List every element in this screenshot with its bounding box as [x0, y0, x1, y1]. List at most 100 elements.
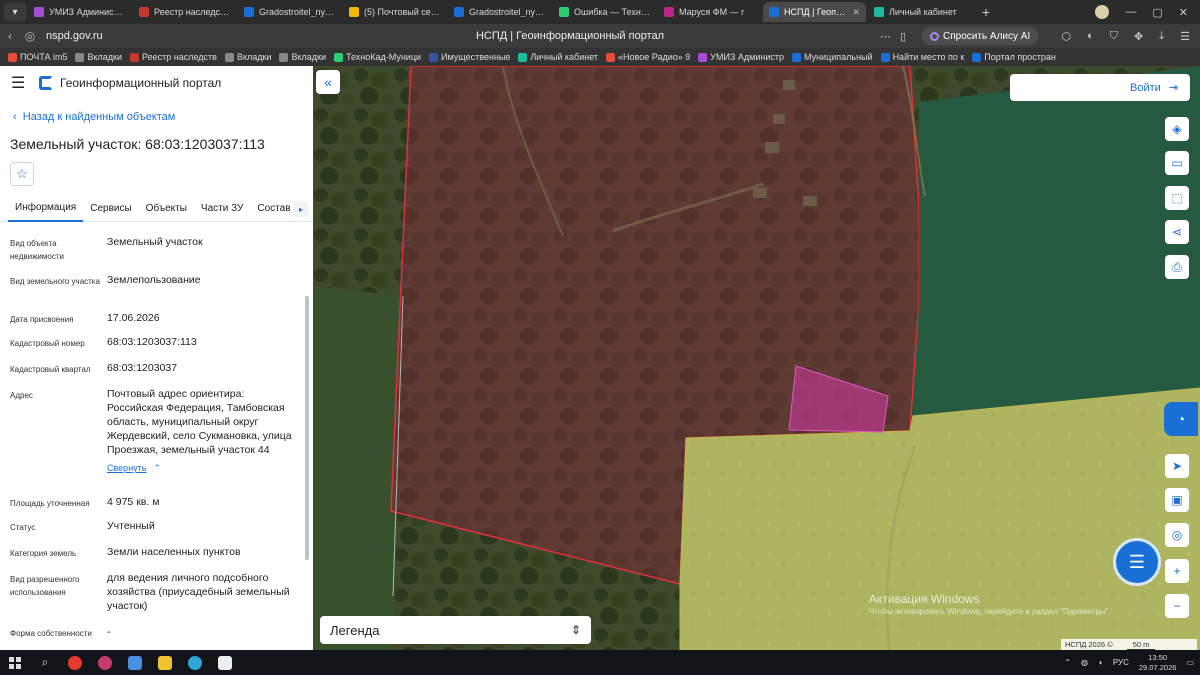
bookmark-item[interactable]: ТехноКад-Муници: [333, 52, 421, 62]
taskbar-edge[interactable]: [180, 650, 210, 675]
tabs-scroll-right-button[interactable]: ▸: [293, 201, 309, 217]
clock[interactable]: 13:50 29.07.2026: [1139, 653, 1177, 673]
bookmark-item[interactable]: Реестр наследств: [130, 52, 217, 62]
tab-information[interactable]: Информация: [8, 196, 84, 222]
maximize-icon[interactable]: ▢: [1152, 6, 1162, 19]
tray-expand-icon[interactable]: ⌃: [1064, 658, 1071, 667]
bookmark-icon[interactable]: ▯: [900, 30, 906, 43]
notifications-icon[interactable]: ▭: [1186, 658, 1194, 667]
edge-icon: [188, 655, 202, 670]
clock-date: 29.07.2026: [1138, 662, 1177, 672]
map-view[interactable]: « Войти ⇥ ◈ ▭ ⬚ ⋖ ⎙ ◔ ➤ ▣ ◎ + − ☰ Легенд…: [313, 66, 1200, 650]
language-indicator[interactable]: РУС: [1113, 658, 1129, 667]
browser-tab[interactable]: Gradostroitel_nye_re: [448, 2, 551, 22]
bookmark-favicon-icon: [224, 52, 234, 62]
bookmark-item[interactable]: Вкладки: [224, 52, 271, 62]
minimap-button[interactable]: ▣: [1165, 488, 1189, 512]
measure-button[interactable]: ▭: [1165, 151, 1189, 175]
volume-icon[interactable]: ◖: [1098, 658, 1103, 667]
menu-icon[interactable]: ☰: [1180, 30, 1190, 43]
new-tab-button[interactable]: +: [977, 4, 995, 20]
collapse-panel-button[interactable]: «: [316, 70, 340, 94]
bookmark-item[interactable]: Найти место по к: [880, 52, 965, 62]
browser-tab[interactable]: Ошибка — ТехноКа: [553, 2, 656, 22]
bookmark-item[interactable]: УМИЗ Администр: [698, 52, 784, 62]
bookmark-label: Имущественные: [441, 52, 511, 62]
close-tab-icon[interactable]: ✕: [852, 7, 860, 18]
scale-label: 50 m: [1126, 640, 1156, 650]
minimize-icon[interactable]: —: [1125, 6, 1136, 18]
bookmark-item[interactable]: Вкладки: [279, 52, 326, 62]
tab-services[interactable]: Сервисы: [83, 196, 138, 222]
bookmark-item[interactable]: Личный кабинет: [518, 52, 598, 62]
taskbar-7zip[interactable]: [210, 650, 240, 675]
taskbar-file-explorer[interactable]: [150, 650, 180, 675]
extension-icon[interactable]: ⬡: [1062, 30, 1072, 43]
collapse-link[interactable]: Свернуть ⌃: [107, 461, 295, 475]
chevron-left-icon: ‹: [13, 111, 17, 123]
puzzle-icon[interactable]: ✥: [1134, 30, 1143, 43]
shield-icon[interactable]: ⛉: [1110, 30, 1118, 43]
layers-button[interactable]: ◈: [1165, 117, 1189, 141]
updown-chevron-icon: ⇕: [570, 623, 581, 637]
browser-tab[interactable]: НСПД | Геопорт ✕: [763, 2, 866, 22]
panel-scrollbar[interactable]: [305, 296, 309, 560]
bookmark-favicon-icon: [518, 52, 528, 62]
browser-tab[interactable]: Реестр наследстве: [133, 2, 236, 22]
login-button[interactable]: Войти ⇥: [1010, 74, 1190, 101]
share-button[interactable]: ⋖: [1165, 220, 1189, 244]
browser-tab[interactable]: Личный кабинет: [868, 2, 971, 22]
chat-button[interactable]: ☰: [1113, 538, 1161, 586]
bookmark-item[interactable]: Муниципальный: [791, 52, 873, 62]
bookmark-item[interactable]: «Новое Радио» 9: [606, 52, 690, 62]
select-area-button[interactable]: ⬚: [1165, 186, 1189, 210]
tab-menu-button[interactable]: ▾: [4, 3, 26, 21]
tab-composition[interactable]: Состав: [250, 196, 297, 222]
browser-tab[interactable]: Gradostroitel_nye_re: [238, 2, 341, 22]
close-window-icon[interactable]: ✕: [1179, 6, 1188, 19]
tab-favicon-icon: [454, 7, 464, 17]
download-icon[interactable]: ⤓: [1159, 30, 1164, 43]
profile-avatar[interactable]: [1095, 5, 1110, 19]
windows-start-button[interactable]: [0, 650, 30, 675]
tab-parcel-parts[interactable]: Части ЗУ: [194, 196, 250, 222]
taskbar-app-circle[interactable]: [90, 650, 120, 675]
attr-label: Площадь уточненная: [10, 499, 90, 508]
bookmark-item[interactable]: Имущественные: [429, 52, 510, 62]
taskbar-app-tiles[interactable]: [120, 650, 150, 675]
satellite-map[interactable]: [313, 66, 1200, 650]
help-widget-button[interactable]: ◔: [1164, 402, 1198, 436]
back-icon[interactable]: ‹: [0, 29, 20, 43]
search-button[interactable]: ⌕: [30, 650, 60, 675]
bookmark-label: Реестр наследств: [142, 52, 217, 62]
tab-favicon-icon: [664, 7, 674, 17]
zoom-out-button[interactable]: −: [1165, 594, 1189, 618]
network-icon[interactable]: ◍: [1081, 658, 1088, 667]
app-circle-icon: [98, 655, 112, 670]
bookmark-item[interactable]: Вкладки: [75, 52, 122, 62]
legend-dropdown[interactable]: Легенда ⇕: [320, 616, 591, 644]
more-icon[interactable]: ⋯: [880, 30, 891, 43]
login-label: Войти: [1129, 81, 1161, 94]
taskbar-yandex-browser[interactable]: [60, 650, 90, 675]
zoom-in-button[interactable]: +: [1165, 559, 1189, 583]
ask-alice-button[interactable]: Спросить Алису AI: [922, 27, 1039, 45]
url-text[interactable]: nspd.gov.ru: [46, 30, 103, 42]
hamburger-menu-icon[interactable]: ☰: [11, 73, 29, 93]
browser-tab[interactable]: Маруся ФМ — г: [658, 2, 761, 22]
tab-objects[interactable]: Объекты: [139, 196, 194, 222]
bookmark-label: Найти место по к: [892, 52, 965, 62]
print-button[interactable]: ⎙: [1165, 255, 1189, 279]
browser-tab[interactable]: (5) Почтовый серве: [343, 2, 446, 22]
bookmark-label: Портал простран: [984, 52, 1056, 62]
attr-row: Кадастровый квартал 68:03:1203037: [0, 360, 305, 386]
browser-tab[interactable]: УМИЗ Администрац: [28, 2, 131, 22]
back-to-results-link[interactable]: ‹ Назад к найденным объектам: [13, 111, 175, 123]
favorite-button[interactable]: ☆: [10, 162, 34, 186]
geolocation-button[interactable]: ◎: [1165, 523, 1189, 547]
site-info-icon[interactable]: ◎: [20, 29, 40, 43]
bookmark-item[interactable]: Портал простран: [972, 52, 1056, 62]
bookmark-item[interactable]: ПОЧТА im5: [8, 52, 67, 62]
vpn-icon[interactable]: ◐: [1087, 30, 1094, 43]
locate-button[interactable]: ➤: [1165, 454, 1189, 478]
